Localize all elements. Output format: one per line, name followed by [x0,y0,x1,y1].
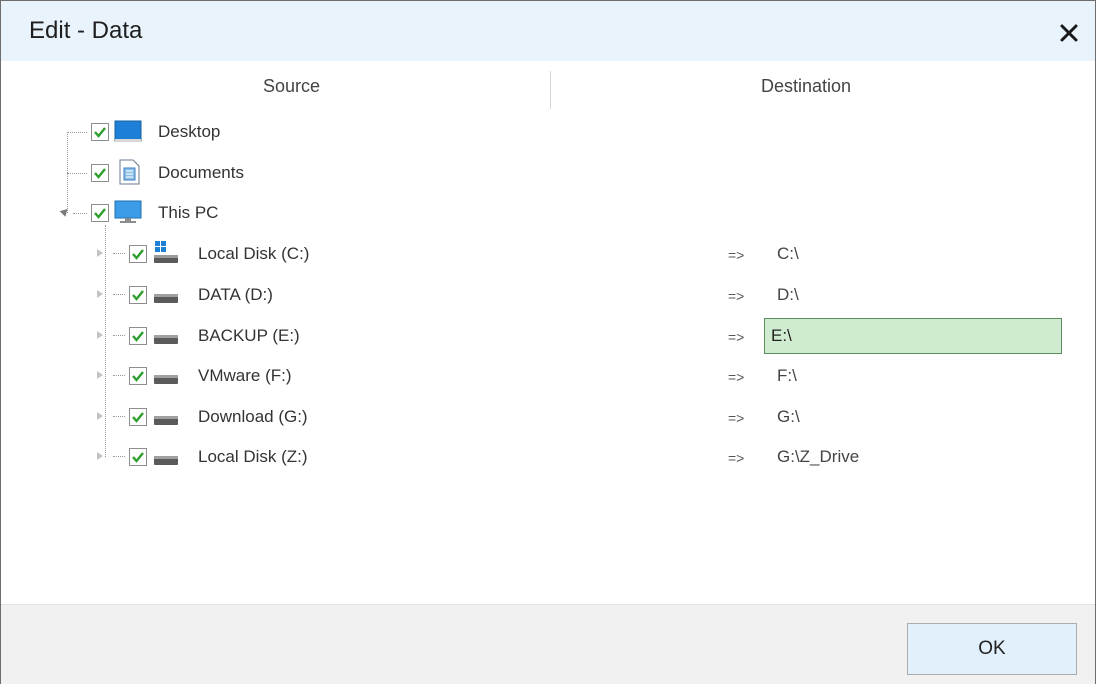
checkmark-icon [132,412,144,423]
destination-path[interactable]: D:\ [777,285,799,305]
tree-connector [113,253,125,254]
this-pc-checkbox[interactable] [91,204,109,222]
drive-checkbox[interactable] [129,408,147,426]
mapping-arrow: => [728,247,745,263]
drive-icon [151,442,181,468]
tree-connector [67,132,87,133]
desktop-checkbox[interactable] [91,123,109,141]
drive-checkbox[interactable] [129,367,147,385]
close-icon[interactable] [1057,21,1081,45]
column-header-destination: Destination [761,76,852,96]
tree-connector [113,416,125,417]
tree-connector [113,375,125,376]
drive-label: DATA (D:) [198,285,273,304]
destination-edit-field[interactable] [764,318,1062,354]
ok-button[interactable]: OK [907,623,1077,675]
documents-checkbox[interactable] [91,164,109,182]
checkmark-icon [132,452,144,463]
checkmark-icon [132,371,144,382]
system-drive-icon [151,239,181,265]
edit-data-dialog: Edit - Data Source Destination Desktop D… [0,0,1096,684]
checkmark-icon [132,331,144,342]
destination-path[interactable]: G:\ [777,407,800,427]
drive-label: Local Disk (C:) [198,244,310,263]
checkmark-icon [94,208,106,219]
checkmark-icon [132,290,144,301]
tree-item-label: Documents [158,163,244,182]
desktop-icon [113,119,143,145]
drive-icon [151,361,181,387]
title-bar: Edit - Data [1,1,1095,61]
tree-item-label: This PC [158,203,219,222]
checkmark-icon [132,249,144,260]
checkmark-icon [94,127,106,138]
mapping-arrow: => [728,369,745,385]
drive-label: BACKUP (E:) [198,326,300,345]
tree-connector [113,456,125,457]
drive-label: Download (G:) [198,407,308,426]
expand-arrow-icon[interactable] [97,371,103,379]
destination-path[interactable]: F:\ [777,366,797,386]
drive-icon [151,321,181,347]
drive-checkbox[interactable] [129,286,147,304]
drive-icon [151,280,181,306]
drive-checkbox[interactable] [129,245,147,263]
dialog-title: Edit - Data [29,17,143,44]
expand-arrow-icon[interactable] [97,249,103,257]
mapping-arrow: => [728,450,745,466]
drive-label: VMware (F:) [198,366,292,385]
checkmark-icon [94,168,106,179]
drive-checkbox[interactable] [129,448,147,466]
tree-connector [67,173,87,174]
collapse-arrow-icon[interactable] [59,206,71,217]
drive-label: Local Disk (Z:) [198,447,308,466]
destination-path[interactable]: G:\Z_Drive [777,447,859,467]
tree-connector [113,294,125,295]
tree-connector [105,225,106,457]
expand-arrow-icon[interactable] [97,412,103,420]
drive-icon [151,402,181,428]
tree-connector [113,335,125,336]
mapping-arrow: => [728,288,745,304]
drive-checkbox[interactable] [129,327,147,345]
this-pc-icon [113,199,143,225]
dialog-footer: OK [1,604,1095,684]
expand-arrow-icon[interactable] [97,290,103,298]
documents-icon [115,159,145,185]
tree-connector [73,213,87,214]
tree-item-label: Desktop [158,122,221,141]
destination-path[interactable]: C:\ [777,244,799,264]
column-divider [550,71,551,109]
mapping-arrow: => [728,410,745,426]
mapping-arrow: => [728,329,745,345]
expand-arrow-icon[interactable] [97,452,103,460]
expand-arrow-icon[interactable] [97,331,103,339]
column-header-source: Source [263,76,321,96]
